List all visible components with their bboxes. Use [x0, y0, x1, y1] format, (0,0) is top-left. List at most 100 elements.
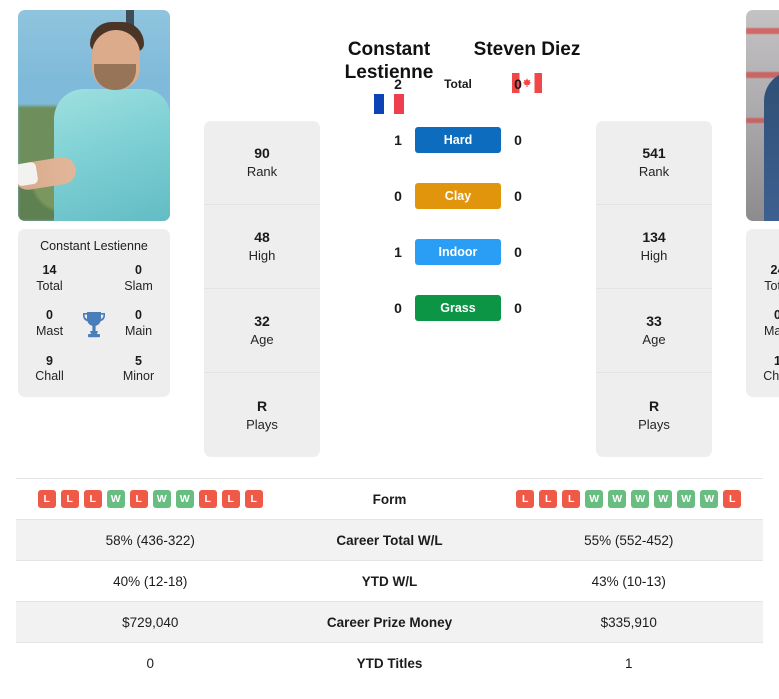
titles-total: 24 Total [750, 263, 779, 294]
titles-chall-label: Chall [763, 369, 779, 384]
table-row-career-wl: 58% (436-322) Career Total W/L 55% (552-… [16, 519, 763, 560]
h2h-hard-right: 0 [514, 132, 522, 149]
right-rank-value: 541 [642, 145, 666, 162]
left-player-photo[interactable] [18, 10, 170, 221]
h2h-total-right: 0 [514, 76, 522, 93]
h2h-hard-left: 1 [394, 132, 402, 149]
right-form-badge[interactable]: L [539, 490, 558, 508]
surface-badge-grass[interactable]: Grass [415, 295, 501, 322]
right-form-badge[interactable]: W [700, 490, 719, 508]
right-stats-panel-column: 541 Rank 134 High 33 Age R Plays [596, 121, 712, 457]
titles-mast: 0 Mast [750, 308, 779, 339]
titles-chall-label: Chall [35, 369, 64, 384]
titles-minor: 5 Minor [111, 354, 166, 385]
right-form-badge[interactable]: L [723, 490, 742, 508]
left-form-badge[interactable]: W [106, 490, 125, 508]
right-ytd-wl: 43% (10-13) [591, 573, 666, 589]
right-plays-label: Plays [638, 416, 670, 432]
right-career-wl: 55% (552-452) [584, 532, 674, 548]
h2h-grass-left: 0 [394, 300, 402, 317]
comparison-table: LLLWLWWLLL Form LLLWWWWWWL 58% (436-322)… [16, 478, 763, 683]
titles-mast-label: Mast [763, 323, 779, 338]
left-stat-rank: 90 Rank [204, 121, 320, 205]
head-to-head-table: 2 Total 0 1 Hard 0 0 Clay 0 1 Indoor 0 0 [320, 56, 596, 336]
right-age-label: Age [642, 332, 666, 348]
row-label-career-wl: Career Total W/L [336, 532, 443, 548]
head-to-head-column: Constant Lestienne Steven Diez 2 Total 0… [320, 10, 596, 336]
left-ytd-titles: 0 [146, 655, 154, 671]
right-form-badge[interactable]: L [562, 490, 581, 508]
right-form-badge[interactable]: W [608, 490, 627, 508]
h2h-row-grass: 0 Grass 0 [320, 280, 596, 336]
surface-badge-clay[interactable]: Clay [415, 183, 501, 210]
left-form-badges: LLLWLWWLLL [16, 490, 285, 508]
row-label-ytd-wl: YTD W/L [361, 573, 418, 589]
titles-chall: 1 Chall [750, 354, 779, 385]
titles-minor-label: Minor [122, 369, 155, 384]
right-form-badge[interactable]: W [631, 490, 650, 508]
right-titles-grid: 24 Total 0 Slam 0 Mast [750, 263, 779, 385]
right-form-badge[interactable]: W [585, 490, 604, 508]
h2h-clay-right: 0 [514, 188, 522, 205]
photo-torso [54, 89, 170, 221]
table-row-form: LLLWLWWLLL Form LLLWWWWWWL [16, 478, 763, 519]
photo-torso-shadow [764, 71, 779, 221]
table-row-ytd-wl: 40% (12-18) YTD W/L 43% (10-13) [16, 560, 763, 601]
surface-badge-indoor[interactable]: Indoor [415, 239, 501, 266]
left-high-value: 48 [254, 229, 270, 246]
left-age-value: 32 [254, 313, 270, 330]
photo-wristband [18, 161, 39, 187]
left-age-label: Age [250, 332, 274, 348]
titles-mast: 0 Mast [22, 308, 77, 339]
left-form-badge[interactable]: L [37, 490, 56, 508]
h2h-clay-left: 0 [394, 188, 402, 205]
h2h-total-label: Total [444, 77, 472, 92]
right-high-label: High [640, 248, 668, 264]
right-form-badge[interactable]: L [516, 490, 535, 508]
table-row-ytd-titles: 0 YTD Titles 1 [16, 642, 763, 683]
titles-total: 14 Total [22, 263, 77, 294]
right-plays-value: R [648, 397, 660, 414]
left-form-badge[interactable]: L [83, 490, 102, 508]
left-form-badge[interactable]: L [60, 490, 79, 508]
left-prize-money: $729,040 [122, 614, 179, 630]
left-titles-grid: 14 Total 0 Slam 0 Mast 0 Main 9 Chall 5 … [22, 263, 166, 385]
right-stat-plays: R Plays [596, 373, 712, 457]
titles-slam-value: 0 [135, 263, 142, 277]
surface-badge-hard[interactable]: Hard [415, 127, 501, 154]
left-form-badge[interactable]: L [198, 490, 217, 508]
left-stats-panel-column: 90 Rank 48 High 32 Age R Plays [204, 121, 320, 457]
left-rank-value: 90 [254, 145, 270, 162]
row-label-form: Form [372, 491, 407, 507]
titles-total-value: 14 [42, 263, 57, 277]
right-stat-rank: 541 Rank [596, 121, 712, 205]
left-rank-label: Rank [246, 164, 278, 180]
left-high-label: High [248, 248, 276, 264]
left-player-column: Constant Lestienne 14 Total 0 Slam 0 Mas… [18, 10, 170, 397]
titles-total-label: Total [36, 278, 63, 293]
left-player-caption-name: Constant Lestienne [40, 239, 148, 253]
right-player-caption-name: Steven Diez [750, 239, 779, 263]
titles-main-value: 0 [135, 308, 142, 323]
right-rank-label: Rank [638, 164, 670, 180]
left-form-badge[interactable]: W [152, 490, 171, 508]
left-form-badge[interactable]: L [221, 490, 240, 508]
left-plays-label: Plays [246, 416, 278, 432]
table-row-prize-money: $729,040 Career Prize Money $335,910 [16, 601, 763, 642]
left-form-badge[interactable]: L [244, 490, 263, 508]
right-form-badge[interactable]: W [677, 490, 696, 508]
left-form-badge[interactable]: L [129, 490, 148, 508]
right-player-photo[interactable] [746, 10, 779, 221]
right-ytd-titles: 1 [624, 655, 633, 671]
left-ytd-wl: 40% (12-18) [113, 573, 188, 589]
titles-main: 0 Main [111, 308, 166, 339]
h2h-row-indoor: 1 Indoor 0 [320, 224, 596, 280]
titles-mast-value: 0 [46, 308, 53, 323]
right-stats-panel: 541 Rank 134 High 33 Age R Plays [596, 121, 712, 457]
right-stat-high: 134 High [596, 205, 712, 289]
left-form-badge[interactable]: W [175, 490, 194, 508]
h2h-grass-right: 0 [514, 300, 522, 317]
right-form-badge[interactable]: W [654, 490, 673, 508]
titles-main-label: Main [124, 323, 153, 338]
h2h-row-hard: 1 Hard 0 [320, 112, 596, 168]
